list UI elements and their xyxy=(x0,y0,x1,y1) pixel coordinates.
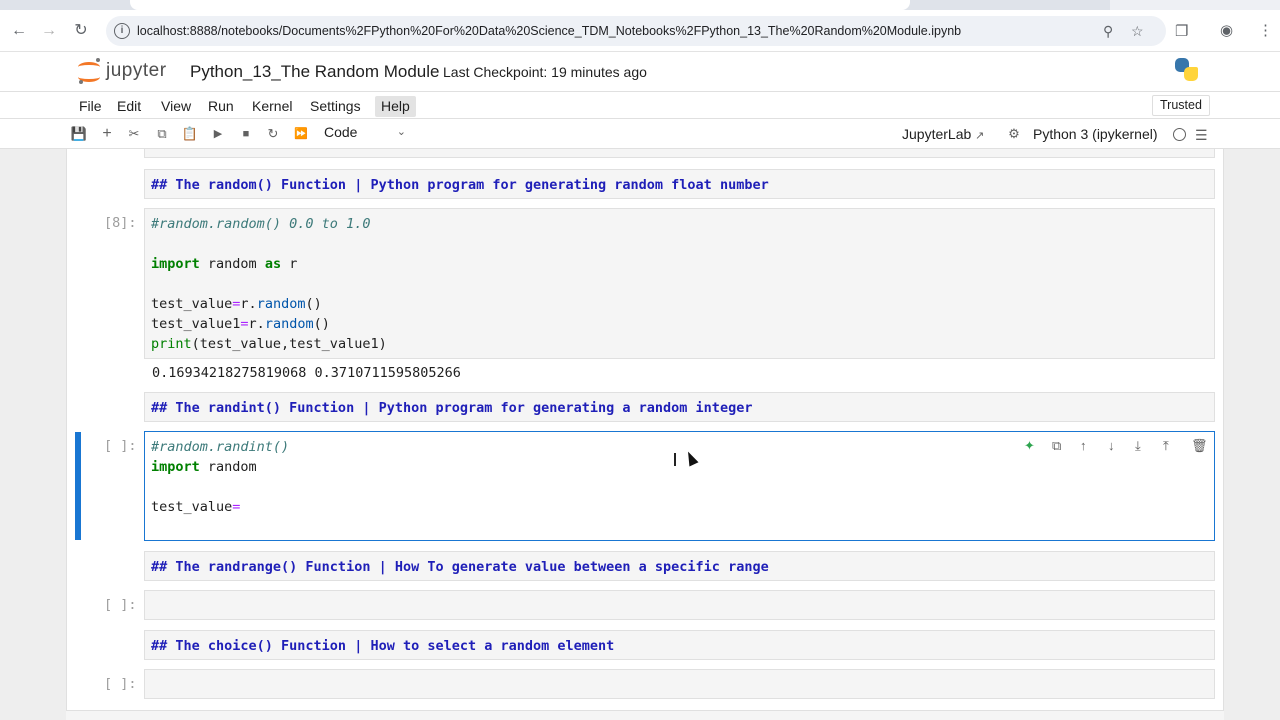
back-icon[interactable]: ← xyxy=(9,21,29,41)
cell-prompt: [ ]: xyxy=(104,438,137,454)
code-cell[interactable]: #random.random() 0.0 to 1.0 import rando… xyxy=(144,208,1215,359)
zoom-icon[interactable]: ⚲ xyxy=(1103,23,1113,40)
code-line: print(test_value,test_value1) xyxy=(151,336,387,352)
kernel-status-icon xyxy=(1173,128,1186,141)
run-icon[interactable]: ▶ xyxy=(209,125,227,143)
browser-tab[interactable] xyxy=(1110,0,1280,10)
code-line: test_value=r.random() xyxy=(151,296,322,312)
delete-cell-icon[interactable]: 🗑 xyxy=(1191,438,1208,454)
menu-help[interactable]: Help xyxy=(375,96,416,117)
forward-icon[interactable]: → xyxy=(39,21,59,41)
address-bar[interactable]: i localhost:8888/notebooks/Documents%2FP… xyxy=(106,16,1166,46)
python-logo-icon xyxy=(1175,58,1199,82)
text-cursor xyxy=(674,453,676,466)
menu-icon[interactable]: ⋮ xyxy=(1258,21,1273,39)
gear-icon: ⚙ xyxy=(1008,126,1020,141)
cell-type-select[interactable]: Code ⌄ xyxy=(318,124,412,144)
markdown-heading: ## The randint() Function | Python progr… xyxy=(151,400,753,416)
move-down-icon[interactable]: ↓ xyxy=(1108,438,1115,454)
cell-prompt: [ ]: xyxy=(104,597,137,613)
trusted-badge[interactable]: Trusted xyxy=(1152,95,1210,116)
restart-icon[interactable]: ↻ xyxy=(264,125,282,143)
markdown-cell[interactable]: ## The randint() Function | Python progr… xyxy=(144,392,1215,422)
jupyter-logo-icon[interactable] xyxy=(78,58,102,84)
menu-settings[interactable]: Settings xyxy=(304,96,367,117)
cell-type-label: Code xyxy=(324,124,358,140)
markdown-cell[interactable]: ## The choice() Function | How to select… xyxy=(144,630,1215,660)
menu-kernel[interactable]: Kernel xyxy=(246,96,298,117)
markdown-heading: ## The random() Function | Python progra… xyxy=(151,177,769,193)
profile-icon[interactable]: ◉ xyxy=(1220,21,1233,39)
jupyterlab-link[interactable]: JupyterLab ↗ xyxy=(902,126,984,142)
code-cell[interactable] xyxy=(144,590,1215,620)
markdown-cell[interactable]: ## The randrange() Function | How To gen… xyxy=(144,551,1215,581)
paste-icon[interactable]: 📋 xyxy=(181,125,199,143)
fast-forward-icon[interactable]: ⏩ xyxy=(292,125,310,143)
code-cell[interactable] xyxy=(144,669,1215,699)
code-line: import random xyxy=(151,459,257,475)
duplicate-cell-icon[interactable]: ⧉ xyxy=(1052,438,1061,454)
browser-toolbar: ← → ↻ i localhost:8888/notebooks/Documen… xyxy=(0,10,1280,52)
partial-cell[interactable] xyxy=(66,710,1224,720)
cell-output: 0.16934218275819068 0.3710711595805266 xyxy=(152,365,461,381)
add-cell-icon[interactable]: + xyxy=(98,125,116,143)
jupyter-header: jupyter Python_13_The Random Module Last… xyxy=(0,52,1280,91)
info-icon[interactable]: i xyxy=(114,23,130,39)
app-name[interactable]: jupyter xyxy=(106,60,167,82)
markdown-heading: ## The choice() Function | How to select… xyxy=(151,638,615,654)
external-link-icon: ↗ xyxy=(975,130,985,142)
save-icon[interactable]: 💾 xyxy=(70,125,88,143)
menu-file[interactable]: File xyxy=(73,96,108,117)
copy-icon[interactable]: ⧉ xyxy=(153,125,171,143)
browser-tabstrip xyxy=(0,0,1280,10)
code-line: import random as r xyxy=(151,256,298,272)
star-icon[interactable]: ☆ xyxy=(1131,23,1144,40)
browser-tab-active[interactable] xyxy=(130,0,910,10)
active-cell-indicator xyxy=(75,432,81,540)
cell-prompt: [ ]: xyxy=(104,676,137,692)
stop-icon[interactable]: ■ xyxy=(237,125,255,143)
markdown-cell[interactable]: ## The random() Function | Python progra… xyxy=(144,169,1215,199)
partial-cell[interactable] xyxy=(144,149,1215,158)
checkpoint-status: Last Checkpoint: 19 minutes ago xyxy=(443,64,647,80)
address-url[interactable]: localhost:8888/notebooks/Documents%2FPyt… xyxy=(137,24,961,38)
menu-bar: File Edit View Run Kernel Settings Help … xyxy=(0,91,1280,119)
jupyterlab-label: JupyterLab xyxy=(902,126,972,142)
menu-view[interactable]: View xyxy=(155,96,197,117)
notebook-title[interactable]: Python_13_The Random Module xyxy=(190,62,440,82)
menu-edit[interactable]: Edit xyxy=(111,96,147,117)
move-up-icon[interactable]: ↑ xyxy=(1080,438,1087,454)
menu-run[interactable]: Run xyxy=(202,96,240,117)
notebook-toolbar: 💾 + ✂ ⧉ 📋 ▶ ■ ↻ ⏩ Code ⌄ JupyterLab ↗ ⚙ … xyxy=(0,119,1280,149)
reload-icon[interactable]: ↻ xyxy=(71,21,91,41)
code-comment: #random.random() 0.0 to 1.0 xyxy=(151,216,371,232)
hamburger-menu-icon[interactable]: ☰ xyxy=(1195,127,1208,144)
code-line: test_value1=r.random() xyxy=(151,316,330,332)
ai-sparkle-icon[interactable]: ✦ xyxy=(1024,438,1035,454)
extensions-icon[interactable]: ❐ xyxy=(1175,22,1188,40)
code-comment: #random.randint() xyxy=(151,439,290,455)
chevron-down-icon: ⌄ xyxy=(396,126,406,138)
cell-prompt: [8]: xyxy=(104,215,137,231)
code-line: test_value= xyxy=(151,499,241,515)
kernel-name[interactable]: Python 3 (ipykernel) xyxy=(1033,126,1158,142)
cut-icon[interactable]: ✂ xyxy=(125,125,143,143)
insert-below-icon[interactable]: ⤒ xyxy=(1163,438,1169,454)
markdown-heading: ## The randrange() Function | How To gen… xyxy=(151,559,769,575)
insert-above-icon[interactable]: ⤓ xyxy=(1135,438,1141,454)
